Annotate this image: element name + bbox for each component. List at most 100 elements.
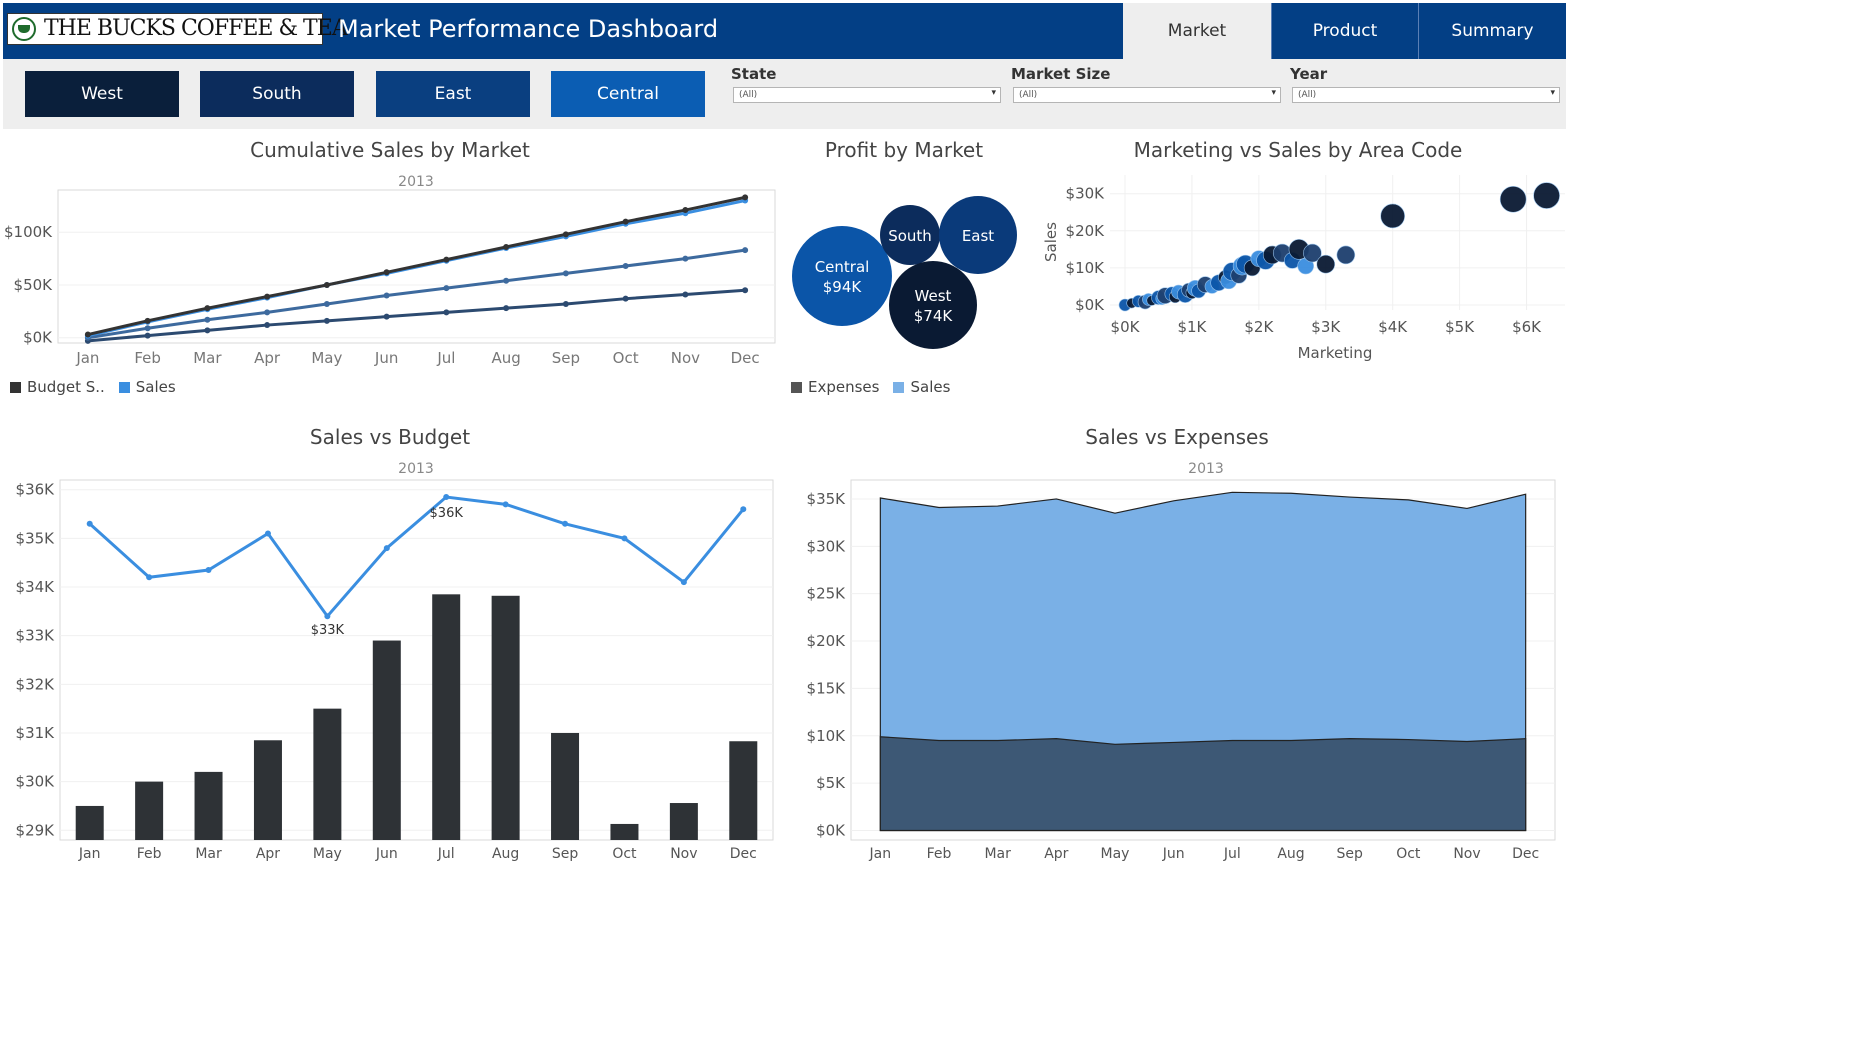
legend-label-expenses: Expenses <box>808 378 880 396</box>
bubble-value: $94K <box>823 278 863 296</box>
bubble-central <box>792 226 892 326</box>
market-size-filter-select[interactable]: (All) ▾ <box>1013 87 1281 103</box>
x-tick-label: May <box>311 349 342 367</box>
x-tick-label: Sep <box>552 846 579 862</box>
data-point <box>443 256 450 263</box>
scatter-point <box>1336 245 1356 265</box>
profit-bubble-chart: Central $94K South East West $74K <box>792 196 1017 349</box>
y-tick-label: $0K <box>816 822 846 840</box>
x-tick-label: Oct <box>1396 846 1421 862</box>
data-point <box>264 322 271 329</box>
tab-market[interactable]: Market <box>1123 3 1271 59</box>
data-point <box>323 317 330 324</box>
x-tick-label: Sep <box>552 349 580 367</box>
legend-label-sales: Sales <box>135 378 176 396</box>
x-tick-label: Nov <box>670 846 697 862</box>
y-tick-label: $29K <box>16 821 56 839</box>
sales-vs-expenses-chart: $0K $5K $10K $15K $20K $25K $30K $35K Jan Feb Mar A… <box>807 479 1556 862</box>
marketing-vs-sales-scatter: $0K $10K $20K $30K $0K $1K $2K $3K $4K $5K $6K Mark… <box>1042 175 1565 362</box>
data-point <box>323 300 330 307</box>
sales-vs-budget-chart: $29K $30K $31K $32K $33K $34K $35K $36K Jan Feb Ma… <box>16 479 774 862</box>
data-point <box>144 332 151 339</box>
scatter-point <box>1499 185 1527 213</box>
logo-text: THE BUCKS COFFEE & TEA <box>44 16 348 41</box>
sales-point <box>443 494 450 501</box>
x-tick-label: Jan <box>75 349 99 367</box>
sales-point <box>502 501 509 508</box>
state-filter-value: (All) <box>739 90 758 100</box>
state-filter-select[interactable]: (All) ▾ <box>733 87 1001 103</box>
bubble-label: Central <box>815 258 870 276</box>
y-tick-label: $34K <box>16 578 56 596</box>
sales-point <box>205 567 212 573</box>
data-point <box>682 207 689 214</box>
x-tick-label: Aug <box>1277 846 1304 862</box>
region-button-central[interactable]: Central <box>551 71 705 117</box>
x-tick-label: $4K <box>1378 318 1408 336</box>
y-tick-label: $32K <box>16 675 56 693</box>
data-point <box>443 309 450 316</box>
data-point <box>562 300 569 307</box>
y-tick-label: $20K <box>1066 222 1106 240</box>
x-tick-label: Dec <box>731 349 760 367</box>
x-tick-label: Oct <box>613 349 639 367</box>
region-button-west[interactable]: West <box>25 71 179 117</box>
budget-bar <box>669 803 698 840</box>
data-point <box>503 243 510 250</box>
data-point <box>682 255 689 262</box>
budget-bar <box>432 594 461 840</box>
scatter-point <box>1380 203 1405 229</box>
chevron-down-icon: ▾ <box>991 88 996 98</box>
data-point <box>562 231 569 238</box>
budget-bar <box>610 823 639 840</box>
sales-line <box>88 495 745 619</box>
y-tick-label: $10K <box>807 727 847 745</box>
x-tick-label: Jul <box>437 846 455 862</box>
data-point <box>742 287 749 294</box>
budget-bar <box>313 708 342 840</box>
x-tick-label: Mar <box>193 349 222 367</box>
data-label: $36K <box>430 506 464 521</box>
chevron-down-icon: ▾ <box>1271 88 1276 98</box>
data-point <box>503 305 510 312</box>
data-point <box>622 295 629 302</box>
x-tick-label: Aug <box>492 846 519 862</box>
x-tick-label: Dec <box>1512 846 1539 862</box>
page-title: Market Performance Dashboard <box>338 15 719 43</box>
cumulative-sales-title: Cumulative Sales by Market <box>250 138 530 162</box>
data-label: $33K <box>311 623 345 638</box>
x-tick-label: Oct <box>612 846 637 862</box>
x-tick-label: Feb <box>137 846 162 862</box>
x-tick-label: Feb <box>927 846 952 862</box>
data-point <box>742 247 749 254</box>
series-line <box>87 248 746 340</box>
data-point <box>84 331 91 338</box>
x-tick-label: Sep <box>1336 846 1363 862</box>
region-button-east[interactable]: East <box>376 71 530 117</box>
y-tick-label: $100K <box>4 223 53 241</box>
year-filter-select[interactable]: (All) ▾ <box>1292 87 1560 103</box>
region-button-south[interactable]: South <box>200 71 354 117</box>
x-tick-label: $3K <box>1311 318 1341 336</box>
sales-point <box>383 545 390 552</box>
y-tick-label: $30K <box>807 537 847 555</box>
budget-bar <box>551 732 580 840</box>
y-tick-label: $5K <box>816 774 846 792</box>
x-tick-label: Aug <box>491 349 520 367</box>
data-point <box>503 277 510 284</box>
expenses-area <box>879 736 1527 832</box>
data-point <box>622 218 629 225</box>
y-tick-label: $35K <box>16 529 56 547</box>
year-filter-label: Year <box>1290 65 1328 83</box>
x-tick-label: Dec <box>730 846 757 862</box>
market-size-filter-value: (All) <box>1019 90 1038 100</box>
tab-product[interactable]: Product <box>1271 3 1418 59</box>
tab-summary[interactable]: Summary <box>1418 3 1566 59</box>
sales-point <box>264 530 271 537</box>
budget-bar <box>135 781 164 840</box>
sales-point <box>86 520 93 527</box>
x-tick-label: Jun <box>374 349 398 367</box>
x-tick-label: Nov <box>671 349 700 367</box>
budget-bar <box>253 740 282 840</box>
budget-bar <box>491 595 520 840</box>
